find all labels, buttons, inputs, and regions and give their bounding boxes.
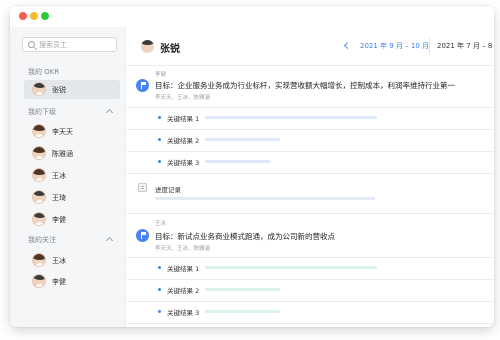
avatar bbox=[32, 190, 46, 204]
key-result-progress-bar bbox=[205, 310, 280, 313]
avatar bbox=[32, 253, 46, 267]
key-result-label: 关键结果 2 bbox=[167, 287, 200, 295]
objective-members: 李天天、王冰、陈雅涵 bbox=[155, 246, 211, 252]
chevron-left-icon[interactable] bbox=[341, 40, 353, 52]
sidebar-item-me[interactable]: 张锐 bbox=[24, 80, 120, 99]
search-input[interactable] bbox=[39, 39, 115, 51]
progress-log-icon bbox=[138, 183, 147, 192]
divider bbox=[127, 323, 494, 324]
bullet-icon bbox=[158, 266, 161, 269]
app-window: 我的 OKR 张锐 我的下级 李天天 陈雅涵 王冰 王琦 李健 我的关注 bbox=[10, 6, 494, 327]
person-name: 张锐 bbox=[52, 86, 66, 94]
collapse-subordinates-icon[interactable] bbox=[105, 108, 114, 117]
key-result-progress-bar bbox=[205, 138, 280, 141]
collapse-following-icon[interactable] bbox=[105, 236, 114, 245]
person-name: 李健 bbox=[52, 216, 66, 224]
key-result-label: 关键结果 2 bbox=[167, 137, 200, 145]
key-result-row[interactable]: 关键结果 2 bbox=[127, 130, 494, 150]
bullet-icon bbox=[158, 288, 161, 291]
progress-log-link[interactable]: 进度记录 bbox=[155, 184, 181, 194]
person-name: 陈雅涵 bbox=[52, 150, 73, 158]
person-name: 王琦 bbox=[52, 194, 66, 202]
progress-log-placeholder bbox=[155, 197, 375, 200]
divider bbox=[429, 38, 430, 54]
divider bbox=[127, 213, 494, 214]
subordinates-label: 我的下级 bbox=[28, 108, 56, 116]
objective-members: 李天天、王冰、陈雅涵 bbox=[155, 95, 211, 101]
bullet-icon bbox=[158, 116, 161, 119]
avatar bbox=[32, 82, 46, 96]
avatar bbox=[32, 274, 46, 288]
main-content: 张锐 2021 年 9 月 – 10 月 2021 年 7 月 – 8 月 李健… bbox=[127, 27, 494, 327]
sidebar-item-subordinate[interactable]: 王冰 bbox=[24, 166, 120, 185]
objective-title[interactable]: 目标：企业服务业务成为行业标杆，实现营收额大幅增长，控制成本，利润率维持行业第一 bbox=[155, 80, 455, 91]
sidebar-item-subordinate[interactable]: 陈雅涵 bbox=[24, 144, 120, 163]
avatar bbox=[32, 146, 46, 160]
following-label: 我的关注 bbox=[28, 236, 56, 244]
minimize-window-button[interactable] bbox=[30, 12, 38, 20]
bullet-icon bbox=[158, 138, 161, 141]
objective-title[interactable]: 目标：新试点业务商业模式跑通，成为公司新的营收点 bbox=[155, 231, 335, 242]
divider bbox=[127, 173, 494, 174]
sidebar-item-subordinate[interactable]: 李天天 bbox=[24, 122, 120, 141]
key-result-label: 关键结果 1 bbox=[167, 115, 200, 123]
key-result-row[interactable]: 关键结果 3 bbox=[127, 152, 494, 172]
flag-icon bbox=[136, 79, 149, 92]
my-okr-label: 我的 OKR bbox=[28, 68, 60, 76]
person-name: 李天天 bbox=[52, 128, 73, 136]
sidebar-item-following[interactable]: 李健 bbox=[24, 272, 120, 291]
close-window-button[interactable] bbox=[19, 12, 27, 20]
bullet-icon bbox=[158, 310, 161, 313]
sidebar-item-following[interactable]: 王冰 bbox=[24, 251, 120, 270]
period-current-tab[interactable]: 2021 年 9 月 – 10 月 bbox=[360, 41, 429, 51]
person-name: 王冰 bbox=[52, 172, 66, 180]
person-name: 王冰 bbox=[52, 257, 66, 265]
key-result-progress-bar bbox=[205, 288, 280, 291]
key-result-progress-bar bbox=[205, 266, 377, 269]
bullet-icon bbox=[158, 160, 161, 163]
sidebar: 我的 OKR 张锐 我的下级 李天天 陈雅涵 王冰 王琦 李健 我的关注 bbox=[10, 27, 126, 327]
objective-owner: 李健 bbox=[155, 72, 167, 78]
header-avatar bbox=[141, 40, 154, 53]
search-icon bbox=[28, 41, 35, 48]
page-title: 张锐 bbox=[160, 44, 180, 55]
avatar bbox=[32, 212, 46, 226]
divider bbox=[127, 65, 494, 66]
key-result-label: 关键结果 3 bbox=[167, 309, 200, 317]
key-result-label: 关键结果 1 bbox=[167, 265, 200, 273]
flag-icon bbox=[136, 229, 149, 242]
avatar bbox=[32, 168, 46, 182]
key-result-row[interactable]: 关键结果 2 bbox=[127, 280, 494, 300]
key-result-progress-bar bbox=[205, 116, 377, 119]
objective-owner: 王冰 bbox=[155, 221, 167, 227]
avatar bbox=[32, 124, 46, 138]
sidebar-item-subordinate[interactable]: 王琦 bbox=[24, 188, 120, 207]
search-box[interactable] bbox=[22, 37, 117, 52]
key-result-progress-bar bbox=[205, 160, 270, 163]
key-result-row[interactable]: 关键结果 1 bbox=[127, 258, 494, 278]
period-other-tab[interactable]: 2021 年 7 月 – 8 月 bbox=[437, 41, 494, 51]
person-name: 李健 bbox=[52, 278, 66, 286]
key-result-row[interactable]: 关键结果 3 bbox=[127, 302, 494, 322]
maximize-window-button[interactable] bbox=[41, 12, 49, 20]
sidebar-item-subordinate[interactable]: 李健 bbox=[24, 210, 120, 229]
title-bar bbox=[10, 6, 494, 27]
key-result-label: 关键结果 3 bbox=[167, 159, 200, 167]
key-result-row[interactable]: 关键结果 1 bbox=[127, 108, 494, 128]
